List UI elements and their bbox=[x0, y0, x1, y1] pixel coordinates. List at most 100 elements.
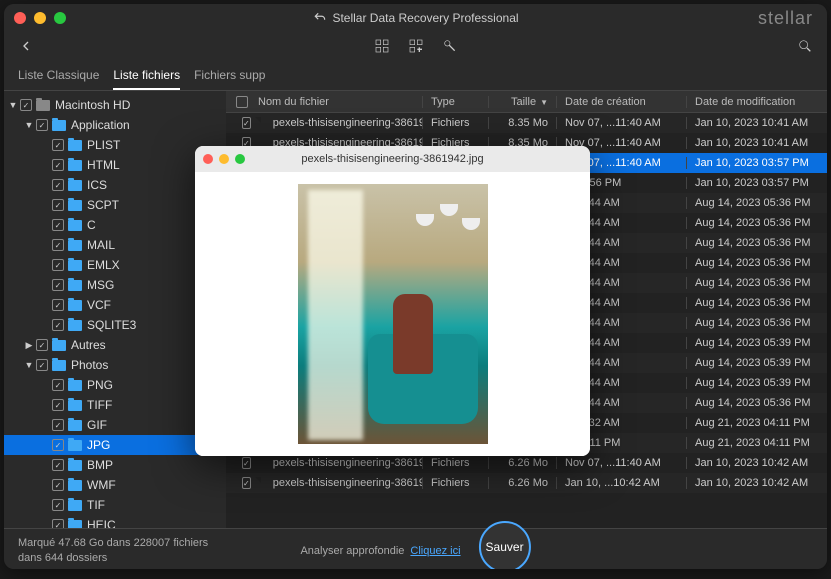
tree-item-emlx[interactable]: ✓EMLX bbox=[4, 255, 226, 275]
maximize-window-button[interactable] bbox=[54, 12, 66, 24]
tree-label: HTML bbox=[87, 158, 120, 172]
tree-item-macintosh-hd[interactable]: ▼✓Macintosh HD bbox=[4, 95, 226, 115]
tree-caret-icon[interactable]: ▼ bbox=[8, 100, 18, 110]
folder-icon bbox=[52, 360, 66, 371]
tree-item-gif[interactable]: ✓GIF bbox=[4, 415, 226, 435]
tree-checkbox[interactable]: ✓ bbox=[52, 199, 64, 211]
tab-files[interactable]: Liste fichiers bbox=[113, 68, 180, 90]
footer: Marqué 47.68 Go dans 228007 fichiers dan… bbox=[4, 528, 827, 569]
tree-checkbox[interactable]: ✓ bbox=[52, 179, 64, 191]
undo-icon bbox=[312, 11, 326, 25]
tree-checkbox[interactable]: ✓ bbox=[52, 159, 64, 171]
folder-tree[interactable]: ▼✓Macintosh HD▼✓Application✓PLIST✓HTML✓I… bbox=[4, 91, 226, 528]
col-size[interactable]: Taille▼ bbox=[489, 96, 557, 108]
search-icon[interactable] bbox=[797, 38, 813, 59]
tree-item-c[interactable]: ✓C bbox=[4, 215, 226, 235]
tree-item-vcf[interactable]: ✓VCF bbox=[4, 295, 226, 315]
tree-label: SCPT bbox=[87, 198, 119, 212]
minimize-window-button[interactable] bbox=[34, 12, 46, 24]
table-row[interactable]: ✓pexels-thisisengineering-3861961.jpgFic… bbox=[226, 473, 827, 493]
tree-checkbox[interactable]: ✓ bbox=[52, 479, 64, 491]
col-type[interactable]: Type bbox=[423, 96, 489, 108]
tree-checkbox[interactable]: ✓ bbox=[52, 139, 64, 151]
col-created[interactable]: Date de création bbox=[557, 96, 687, 108]
tab-classic[interactable]: Liste Classique bbox=[18, 68, 99, 90]
tools-icon[interactable] bbox=[442, 38, 458, 59]
person-decoration bbox=[393, 294, 433, 374]
tree-checkbox[interactable]: ✓ bbox=[36, 339, 48, 351]
preview-close-button[interactable] bbox=[203, 154, 213, 164]
tree-checkbox[interactable]: ✓ bbox=[52, 319, 64, 331]
file-name: pexels-thisisengineering-3861958.jpg bbox=[273, 117, 423, 129]
tree-caret-icon[interactable]: ▼ bbox=[24, 120, 34, 130]
tree-item-msg[interactable]: ✓ MSG bbox=[4, 275, 226, 295]
back-button[interactable] bbox=[18, 38, 34, 59]
table-row[interactable]: ✓pexels-thisisengineering-3861958.jpgFic… bbox=[226, 113, 827, 133]
tree-item-tiff[interactable]: ✓TIFF bbox=[4, 395, 226, 415]
tree-checkbox[interactable]: ✓ bbox=[52, 379, 64, 391]
preview-minimize-button[interactable] bbox=[219, 154, 229, 164]
close-window-button[interactable] bbox=[14, 12, 26, 24]
tree-label: SQLITE3 bbox=[87, 318, 136, 332]
tree-item-wmf[interactable]: ✓WMF bbox=[4, 475, 226, 495]
row-checkbox[interactable]: ✓ bbox=[242, 477, 251, 489]
preview-window[interactable]: pexels-thisisengineering-3861942.jpg bbox=[195, 146, 590, 456]
tree-item-mail[interactable]: ✓MAIL bbox=[4, 235, 226, 255]
folder-icon bbox=[52, 120, 66, 131]
file-modified: Jan 10, 2023 10:41 AM bbox=[687, 117, 827, 129]
list-plus-icon[interactable] bbox=[408, 38, 424, 59]
deep-scan-label: Analyser approfondie bbox=[300, 545, 404, 557]
tree-item-jpg[interactable]: ✓JPG bbox=[4, 435, 226, 455]
table-row[interactable]: ✓pexels-thisisengineering-3861961.jpgFic… bbox=[226, 453, 827, 473]
tree-caret-icon[interactable]: ▼ bbox=[24, 360, 34, 370]
tree-checkbox[interactable]: ✓ bbox=[20, 99, 32, 111]
tree-item-scpt[interactable]: ✓ SCPT bbox=[4, 195, 226, 215]
tree-checkbox[interactable]: ✓ bbox=[52, 399, 64, 411]
select-all-checkbox[interactable] bbox=[236, 96, 248, 108]
tree-item-autres[interactable]: ▶✓Autres bbox=[4, 335, 226, 355]
tree-checkbox[interactable]: ✓ bbox=[52, 279, 64, 291]
row-checkbox[interactable]: ✓ bbox=[242, 117, 251, 129]
deep-scan-link[interactable]: Cliquez ici bbox=[410, 545, 460, 557]
tree-checkbox[interactable]: ✓ bbox=[52, 299, 64, 311]
file-modified: Aug 14, 2023 05:36 PM bbox=[687, 317, 827, 329]
row-checkbox[interactable]: ✓ bbox=[242, 457, 251, 469]
tree-checkbox[interactable]: ✓ bbox=[52, 519, 64, 528]
col-name[interactable]: Nom du fichier bbox=[258, 96, 329, 108]
folder-icon bbox=[68, 280, 82, 291]
tree-label: C bbox=[87, 218, 96, 232]
file-modified: Jan 10, 2023 03:57 PM bbox=[687, 177, 827, 189]
tree-item-plist[interactable]: ✓PLIST bbox=[4, 135, 226, 155]
tree-item-html[interactable]: ✓ HTML bbox=[4, 155, 226, 175]
tree-checkbox[interactable]: ✓ bbox=[52, 239, 64, 251]
tree-checkbox[interactable]: ✓ bbox=[36, 119, 48, 131]
file-created: Nov 07, ...11:40 AM bbox=[557, 457, 687, 469]
tree-checkbox[interactable]: ✓ bbox=[52, 219, 64, 231]
file-modified: Jan 10, 2023 10:42 AM bbox=[687, 477, 827, 489]
tree-checkbox[interactable]: ✓ bbox=[36, 359, 48, 371]
tree-item-application[interactable]: ▼✓Application bbox=[4, 115, 226, 135]
tree-item-bmp[interactable]: ✓BMP bbox=[4, 455, 226, 475]
tree-checkbox[interactable]: ✓ bbox=[52, 459, 64, 471]
tree-checkbox[interactable]: ✓ bbox=[52, 419, 64, 431]
tree-item-png[interactable]: ✓PNG bbox=[4, 375, 226, 395]
file-modified: Aug 14, 2023 05:36 PM bbox=[687, 297, 827, 309]
tab-deleted[interactable]: Fichiers supp bbox=[194, 68, 265, 90]
grid-view-icon[interactable] bbox=[374, 38, 390, 59]
tree-checkbox[interactable]: ✓ bbox=[52, 439, 64, 451]
tree-label: MSG bbox=[87, 278, 114, 292]
tree-checkbox[interactable]: ✓ bbox=[52, 259, 64, 271]
tree-item-heic[interactable]: ✓HEIC bbox=[4, 515, 226, 528]
folder-icon bbox=[68, 420, 82, 431]
tree-item-ics[interactable]: ✓ICS bbox=[4, 175, 226, 195]
save-button[interactable]: Sauver bbox=[479, 521, 531, 570]
tree-item-tif[interactable]: ✓TIF bbox=[4, 495, 226, 515]
tree-checkbox[interactable]: ✓ bbox=[52, 499, 64, 511]
tree-item-sqlite3[interactable]: ✓ SQLITE3 bbox=[4, 315, 226, 335]
preview-titlebar: pexels-thisisengineering-3861942.jpg bbox=[195, 146, 590, 172]
tree-item-photos[interactable]: ▼✓Photos bbox=[4, 355, 226, 375]
tree-caret-icon[interactable]: ▶ bbox=[24, 340, 34, 351]
titlebar: Stellar Data Recovery Professional stell… bbox=[4, 4, 827, 32]
col-modified[interactable]: Date de modification bbox=[687, 96, 827, 108]
preview-maximize-button[interactable] bbox=[235, 154, 245, 164]
